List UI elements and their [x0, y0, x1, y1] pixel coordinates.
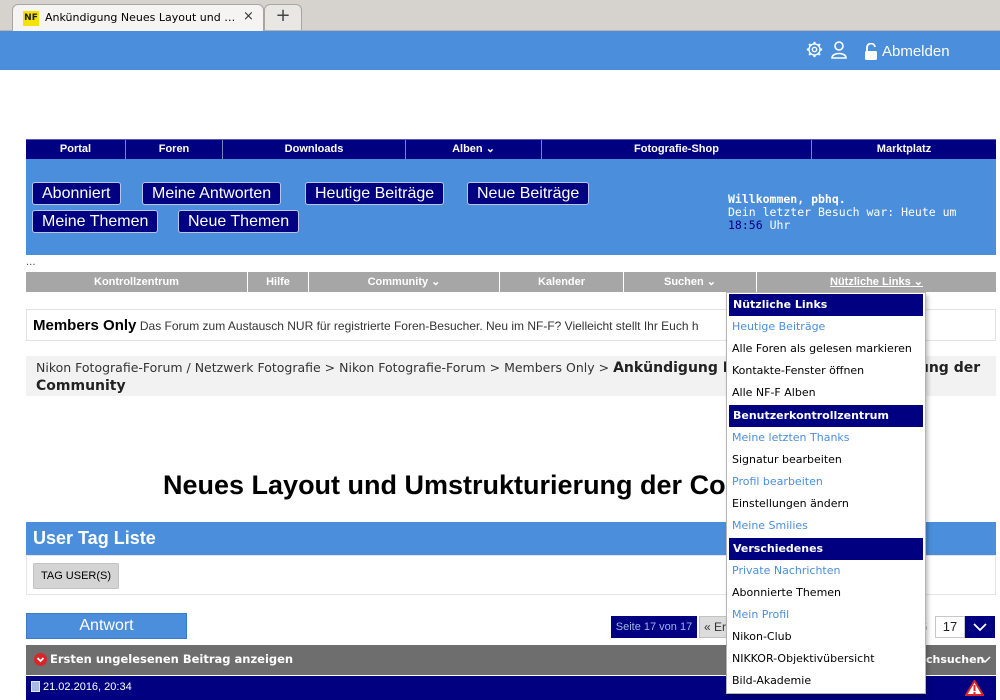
gear-icon[interactable] — [806, 41, 823, 58]
page-jump-dropdown[interactable] — [965, 616, 995, 638]
subnav-kalender[interactable]: Kalender — [500, 272, 624, 292]
secondary-navbar: Kontrollzentrum Hilfe Community ⌄ Kalend… — [26, 272, 996, 292]
dropdown-section-header: Nützliche Links — [729, 294, 923, 316]
forum-description: Das Forum zum Austausch NUR für registri… — [139, 319, 699, 333]
menu-item-nikkor[interactable]: NIKKOR-Objektivübersicht — [727, 648, 925, 670]
current-page: 17 — [935, 616, 965, 638]
subnav-label: Kontrollzentrum — [94, 276, 179, 288]
menu-item-foren-gelesen[interactable]: Alle Foren als gelesen markieren — [727, 338, 925, 360]
forum-title: Members Only — [33, 317, 137, 334]
last-visit-suffix: Uhr — [769, 218, 791, 232]
nav-foren[interactable]: Foren — [126, 140, 223, 160]
chevron-down-icon: ⌄ — [706, 276, 716, 288]
report-warning-icon[interactable] — [965, 680, 984, 696]
thread-title: Neues Layout und Umstrukturierung der Co — [163, 470, 726, 500]
nav-label: Foren — [158, 143, 190, 155]
subnav-label: Nützliche Links — [830, 276, 911, 288]
chevron-down-icon — [973, 623, 987, 632]
heutige-beitraege-button[interactable]: Heutige Beiträge — [305, 182, 445, 205]
welcome-panel: Abonniert Meine Antworten Heutige Beiträ… — [26, 159, 996, 255]
dropdown-section-header: Verschiedenes — [729, 538, 923, 560]
subnav-suchen[interactable]: Suchen ⌄ — [624, 272, 757, 292]
dropdown-section-header: Benutzerkontrollzentrum — [729, 405, 923, 427]
menu-item-bild-akademie[interactable]: Bild-Akademie — [727, 670, 925, 692]
menu-item-private-nachrichten[interactable]: Private Nachrichten — [727, 560, 925, 582]
page-label: Seite 17 von 17 — [611, 616, 697, 638]
subnav-label: Kalender — [537, 276, 586, 288]
neue-themen-button[interactable]: Neue Themen — [178, 210, 300, 233]
neue-beitraege-button[interactable]: Neue Beiträge — [467, 182, 590, 205]
chevron-down-icon — [979, 656, 991, 664]
menu-item-abonnierte-themen[interactable]: Abonnierte Themen — [727, 582, 925, 604]
unlock-icon — [865, 42, 877, 60]
nav-label: Alben — [452, 143, 483, 155]
menu-item-meine-thanks[interactable]: Meine letzten Thanks — [727, 427, 925, 449]
meine-antworten-button[interactable]: Meine Antworten — [142, 182, 282, 205]
first-unread-link[interactable]: Ersten ungelesenen Beitrag anzeigen — [50, 652, 293, 667]
browser-tab-strip: NF Ankündigung Neues Layout und Umstrukt… — [0, 0, 1000, 31]
last-visit-time: 18:56 — [728, 218, 763, 232]
nav-label: Marktplatz — [876, 143, 932, 155]
nav-portal[interactable]: Portal — [26, 140, 126, 160]
subnav-label: Suchen — [663, 276, 704, 288]
nav-downloads[interactable]: Downloads — [223, 140, 406, 160]
ellipsis-text: ... — [26, 257, 36, 268]
nav-label: Fotografie-Shop — [634, 143, 719, 155]
menu-item-mein-profil[interactable]: Mein Profil — [727, 604, 925, 626]
post-date: 21.02.2016, 20:34 — [43, 681, 132, 693]
subnav-kontrollzentrum[interactable]: Kontrollzentrum — [26, 272, 248, 292]
main-navbar: Portal Foren Downloads Alben ⌄ Fotografi… — [26, 139, 996, 160]
tab-close-icon[interactable]: × — [243, 9, 254, 25]
nav-label: Portal — [59, 143, 92, 155]
menu-item-nikon-club[interactable]: Nikon-Club — [727, 626, 925, 648]
top-bar: Abmelden — [0, 31, 1000, 70]
menu-item-alle-alben[interactable]: Alle NF-F Alben — [727, 382, 925, 404]
thread-search-label: chsuchen — [926, 653, 985, 666]
welcome-message: Willkommen, pbhq. Dein letzter Besuch wa… — [728, 193, 996, 232]
tag-users-button[interactable]: TAG USER(S) — [33, 563, 119, 589]
logout-button[interactable]: Abmelden — [864, 41, 950, 61]
breadcrumb-current-line2: Community — [36, 378, 126, 394]
tab-title: Ankündigung Neues Layout und Umstrukturi… — [45, 11, 243, 24]
chevron-down-icon: ⌄ — [913, 276, 923, 288]
abonniert-button[interactable]: Abonniert — [32, 182, 121, 205]
subnav-label: Hilfe — [266, 276, 290, 288]
site-favicon-icon: NF — [23, 11, 39, 26]
nav-marktplatz[interactable]: Marktplatz — [812, 140, 996, 160]
meine-themen-button[interactable]: Meine Themen — [32, 210, 159, 233]
menu-item-kontakte-fenster[interactable]: Kontakte-Fenster öffnen — [727, 360, 925, 382]
menu-item-heutige-beitraege[interactable]: Heutige Beiträge — [727, 316, 925, 338]
chevron-down-icon: ⌄ — [431, 276, 441, 288]
nav-alben[interactable]: Alben ⌄ — [406, 140, 542, 160]
nav-fotografie-shop[interactable]: Fotografie-Shop — [542, 140, 812, 160]
chevron-down-circle-icon[interactable] — [34, 653, 47, 666]
breadcrumb-path[interactable]: Nikon Fotografie-Forum / Netzwerk Fotogr… — [36, 360, 609, 375]
reply-button[interactable]: Antwort — [26, 613, 187, 639]
menu-item-smilies[interactable]: Meine Smilies — [727, 515, 925, 537]
subnav-hilfe[interactable]: Hilfe — [248, 272, 309, 292]
browser-tab[interactable]: NF Ankündigung Neues Layout und Umstrukt… — [12, 4, 264, 31]
logout-label: Abmelden — [882, 42, 950, 60]
nuetzliche-links-dropdown: Nützliche Links Heutige Beiträge Alle Fo… — [726, 292, 926, 694]
subnav-community[interactable]: Community ⌄ — [309, 272, 500, 292]
nav-label: Downloads — [284, 143, 344, 155]
subnav-nuetzliche-links[interactable]: Nützliche Links ⌄ — [757, 272, 996, 292]
menu-item-signatur[interactable]: Signatur bearbeiten — [727, 449, 925, 471]
menu-item-einstellungen[interactable]: Einstellungen ändern — [727, 493, 925, 515]
last-visit-prefix: Dein letzter Besuch war: Heute um — [728, 205, 957, 219]
new-tab-button[interactable]: + — [264, 4, 302, 30]
menu-item-profil-bearbeiten[interactable]: Profil bearbeiten — [727, 471, 925, 493]
subnav-label: Community — [367, 276, 429, 288]
user-profile-icon[interactable] — [831, 41, 847, 59]
chevron-down-icon: ⌄ — [485, 143, 495, 155]
first-page-button[interactable]: « Er — [699, 616, 729, 638]
post-icon — [31, 681, 40, 692]
